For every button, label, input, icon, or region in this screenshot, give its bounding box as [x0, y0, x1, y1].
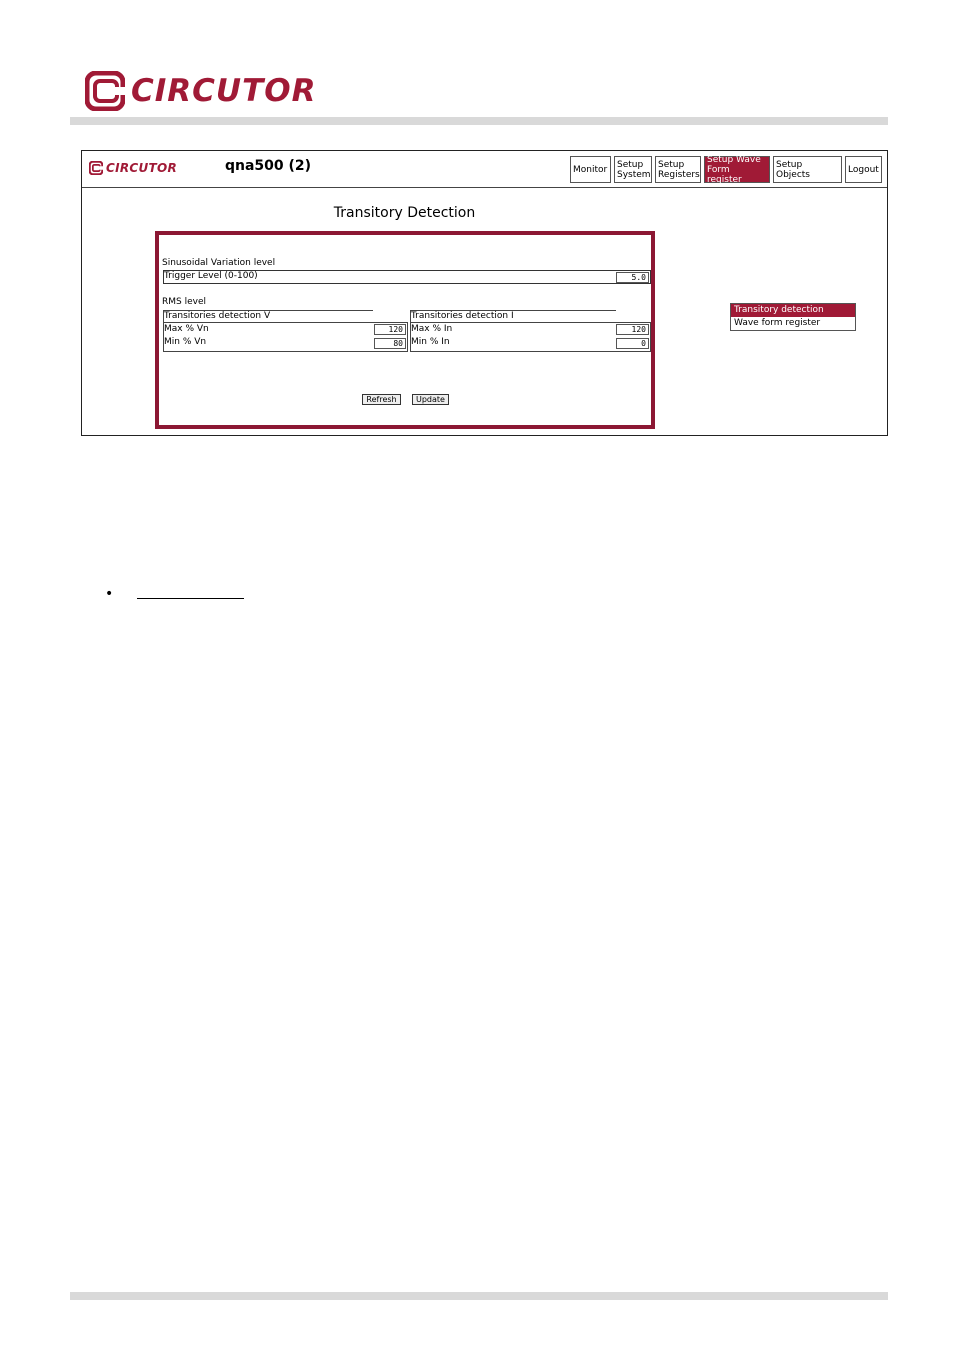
voltage-title: Transitories detection V [164, 311, 271, 321]
current-title: Transitories detection I [411, 311, 514, 321]
bullet-point: • [105, 586, 114, 602]
rms-heading: RMS level [162, 297, 206, 307]
current-group-right [650, 323, 651, 351]
min-in-label: Min % In [411, 337, 450, 347]
voltage-title-divider [163, 322, 408, 323]
max-vn-input[interactable]: 120 [374, 324, 406, 335]
max-in-label: Max % In [411, 324, 453, 334]
min-vn-label: Min % Vn [164, 337, 207, 347]
nav-setup-registers[interactable]: Setup Registers [655, 156, 701, 183]
max-in-input[interactable]: 120 [616, 324, 649, 335]
top-bar: CIRCUTOR qna500 (2) Monitor Setup System… [82, 151, 887, 188]
app-window: CIRCUTOR qna500 (2) Monitor Setup System… [81, 150, 888, 436]
sinusoidal-heading: Sinusoidal Variation level [162, 258, 276, 268]
footer-divider [70, 1292, 888, 1300]
transitory-detection-panel: Sinusoidal Variation level Trigger Level… [155, 231, 655, 429]
side-menu: Transitory detection Wave form register [730, 303, 856, 331]
header-divider [70, 117, 888, 125]
min-in-input[interactable]: 0 [616, 338, 649, 349]
refresh-button[interactable]: Refresh [362, 394, 401, 405]
bullet-underline [137, 598, 244, 599]
app-logo: CIRCUTOR [89, 161, 177, 175]
voltage-group-right [407, 323, 408, 351]
nav-monitor[interactable]: Monitor [570, 156, 611, 183]
max-vn-label: Max % Vn [164, 324, 209, 334]
nav-setup-objects[interactable]: Setup Objects [773, 156, 842, 183]
device-name: qna500 (2) [225, 158, 312, 174]
current-title-divider [410, 322, 651, 323]
current-group-bottom [410, 351, 651, 352]
update-button[interactable]: Update [412, 394, 449, 405]
app-brand-wordmark: CIRCUTOR [106, 161, 178, 175]
trigger-level-input[interactable]: 5.0 [616, 272, 649, 283]
brand-wordmark: CIRCUTOR [131, 73, 317, 109]
voltage-group-bottom [163, 351, 408, 352]
circutor-logo: CIRCUTOR [85, 70, 316, 112]
min-vn-input[interactable]: 80 [374, 338, 406, 349]
nav-setup-system[interactable]: Setup System [614, 156, 652, 183]
trigger-level-label: Trigger Level (0-100) [164, 271, 258, 281]
nav-setup-wave-form-register[interactable]: Setup Wave Form register [704, 155, 770, 185]
circutor-logo-icon [85, 71, 125, 111]
side-menu-item-wave-form-register[interactable]: Wave form register [731, 317, 855, 330]
circutor-small-icon [89, 161, 103, 175]
page-title: Transitory Detection [333, 205, 476, 221]
nav-logout[interactable]: Logout [845, 156, 882, 183]
side-menu-item-transitory-detection[interactable]: Transitory detection [731, 304, 855, 317]
